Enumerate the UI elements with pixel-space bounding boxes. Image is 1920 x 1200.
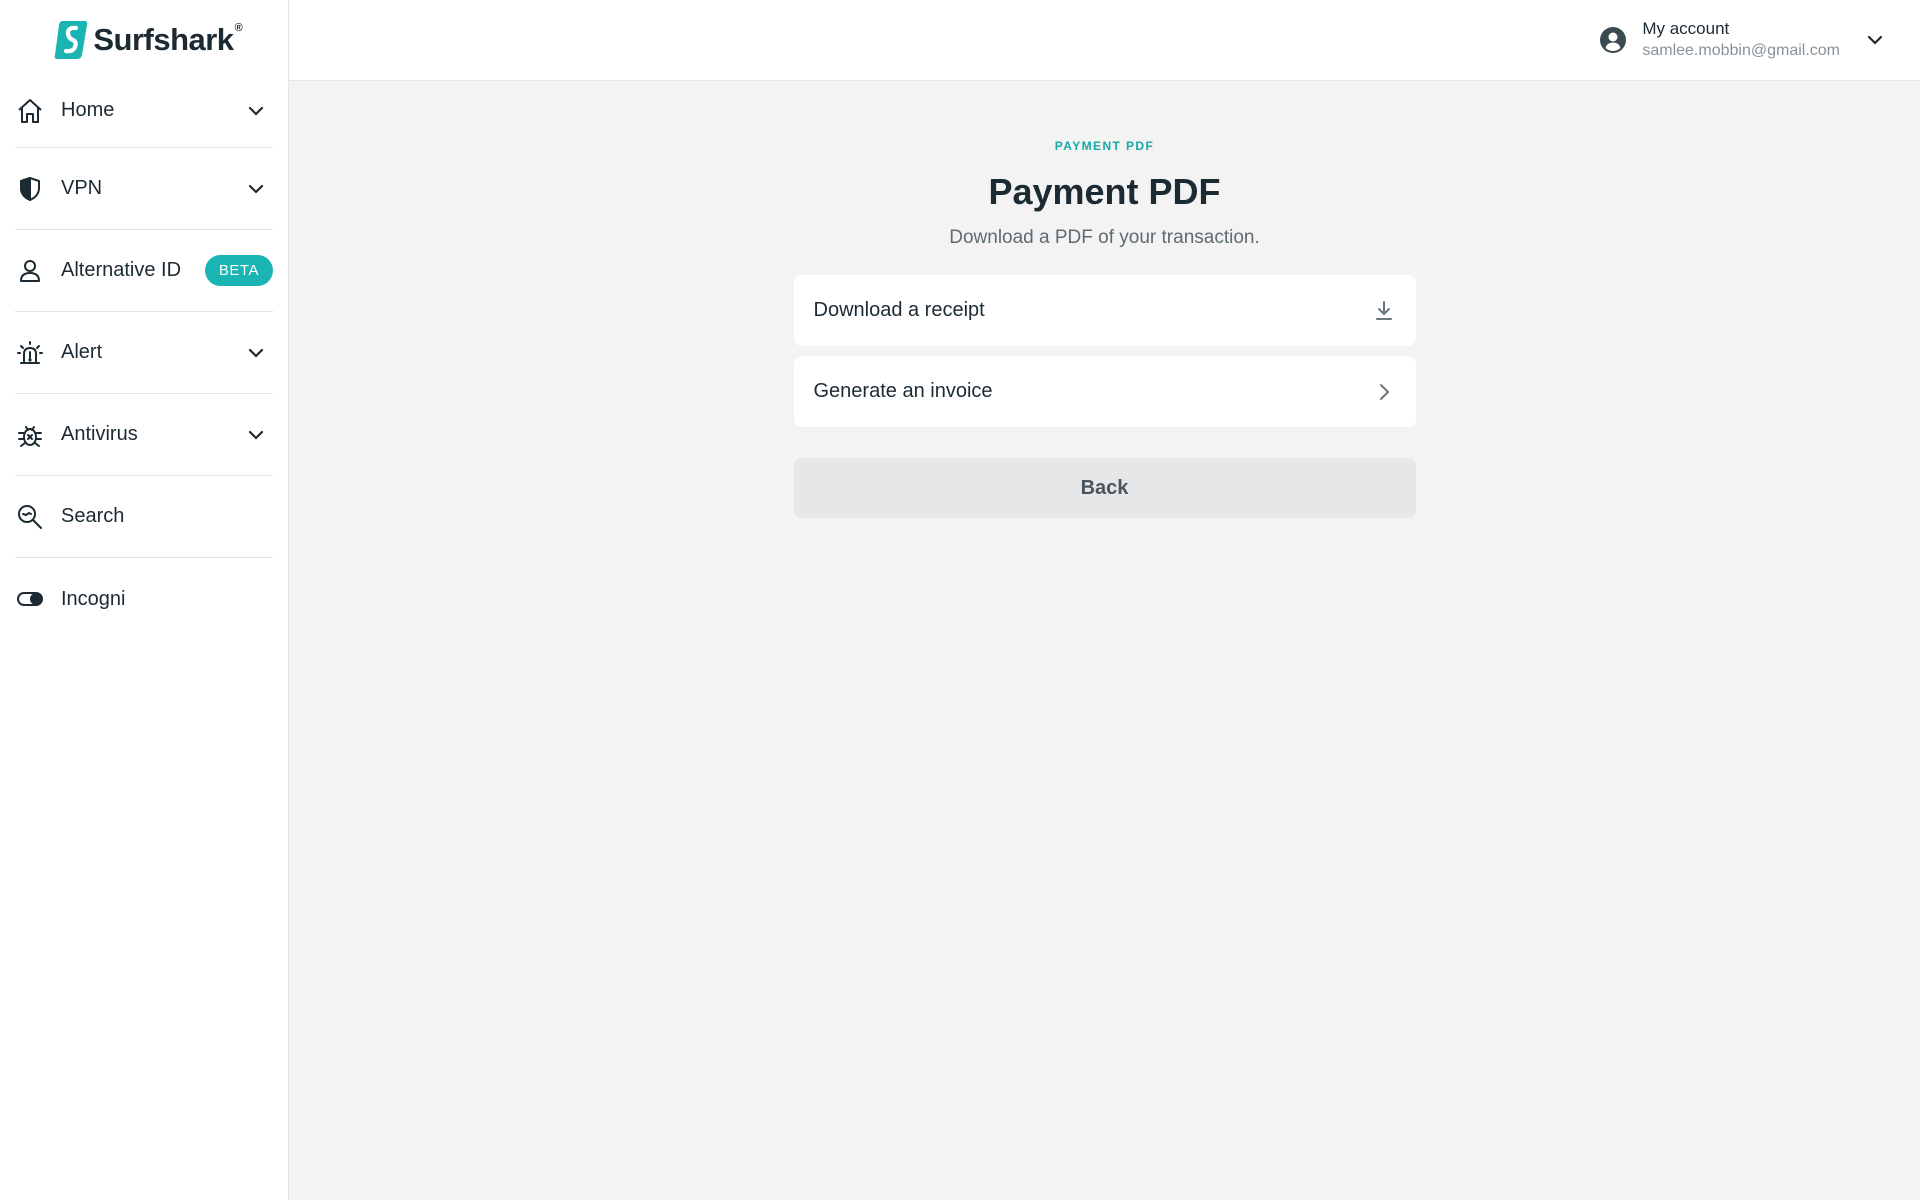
search-icon bbox=[15, 502, 45, 532]
sidebar-item-label: Incogni bbox=[61, 587, 126, 610]
back-button[interactable]: Back bbox=[793, 458, 1416, 518]
brand-name: Surfshark bbox=[93, 22, 234, 57]
sidebar-item-label: Alert bbox=[61, 341, 103, 363]
chevron-down-icon[interactable] bbox=[1864, 29, 1886, 51]
sidebar-item-label: Search bbox=[61, 505, 125, 527]
main-area: My account samlee.mobbin@gmail.com PAYME… bbox=[289, 0, 1920, 1200]
home-icon bbox=[15, 96, 45, 126]
chevron-down-icon[interactable] bbox=[245, 342, 267, 364]
sidebar-item-antivirus[interactable]: Antivirus bbox=[15, 394, 273, 476]
page-subtitle: Download a PDF of your transaction. bbox=[949, 227, 1260, 248]
chevron-down-icon[interactable] bbox=[245, 424, 267, 446]
bug-icon bbox=[15, 420, 45, 450]
pdf-options: Download a receipt Generate an invoice bbox=[793, 275, 1416, 437]
sidebar-item-vpn[interactable]: VPN bbox=[15, 148, 273, 230]
toggle-icon bbox=[15, 584, 45, 614]
top-bar: My account samlee.mobbin@gmail.com bbox=[289, 0, 1920, 81]
chevron-down-icon[interactable] bbox=[245, 178, 267, 200]
surfshark-logo-icon bbox=[55, 21, 88, 59]
beta-badge: BETA bbox=[204, 255, 273, 286]
page-eyebrow: PAYMENT PDF bbox=[1054, 139, 1155, 153]
option-label: Generate an invoice bbox=[813, 380, 993, 402]
sidebar-item-alternative-id[interactable]: Alternative ID BETA bbox=[15, 230, 273, 312]
sidebar-item-label: VPN bbox=[61, 177, 103, 199]
account-menu[interactable]: My account samlee.mobbin@gmail.com bbox=[1598, 18, 1886, 62]
sidebar-item-home[interactable]: Home bbox=[15, 80, 273, 148]
sidebar: Surfshark ® Home VPN Alternative ID BETA… bbox=[0, 0, 289, 1200]
sidebar-item-label: Home bbox=[61, 99, 115, 121]
account-circle-icon bbox=[1600, 27, 1627, 53]
sidebar-item-label: Antivirus bbox=[61, 423, 138, 445]
chevron-right-icon bbox=[1379, 383, 1389, 400]
surfshark-logo[interactable]: Surfshark ® bbox=[0, 0, 288, 80]
sidebar-item-incogni[interactable]: Incogni bbox=[15, 558, 273, 640]
account-title: My account bbox=[1642, 19, 1730, 38]
sidebar-item-alert[interactable]: Alert bbox=[15, 312, 273, 394]
payment-pdf-panel: PAYMENT PDF Payment PDF Download a PDF o… bbox=[289, 81, 1920, 1200]
alarm-icon bbox=[15, 338, 45, 368]
registered-mark: ® bbox=[234, 22, 243, 34]
page-title: Payment PDF bbox=[988, 171, 1221, 212]
shield-icon bbox=[15, 174, 45, 204]
generate-invoice-option[interactable]: Generate an invoice bbox=[793, 356, 1416, 427]
sidebar-item-search[interactable]: Search bbox=[15, 476, 273, 558]
person-icon bbox=[15, 256, 45, 286]
chevron-down-icon[interactable] bbox=[245, 100, 267, 122]
download-icon bbox=[1375, 300, 1392, 320]
sidebar-nav: Home VPN Alternative ID BETA Alert Antiv… bbox=[0, 80, 288, 640]
account-email: samlee.mobbin@gmail.com bbox=[1642, 42, 1840, 59]
sidebar-item-label: Alternative ID bbox=[61, 259, 182, 281]
option-label: Download a receipt bbox=[813, 299, 985, 321]
download-receipt-option[interactable]: Download a receipt bbox=[793, 275, 1416, 346]
